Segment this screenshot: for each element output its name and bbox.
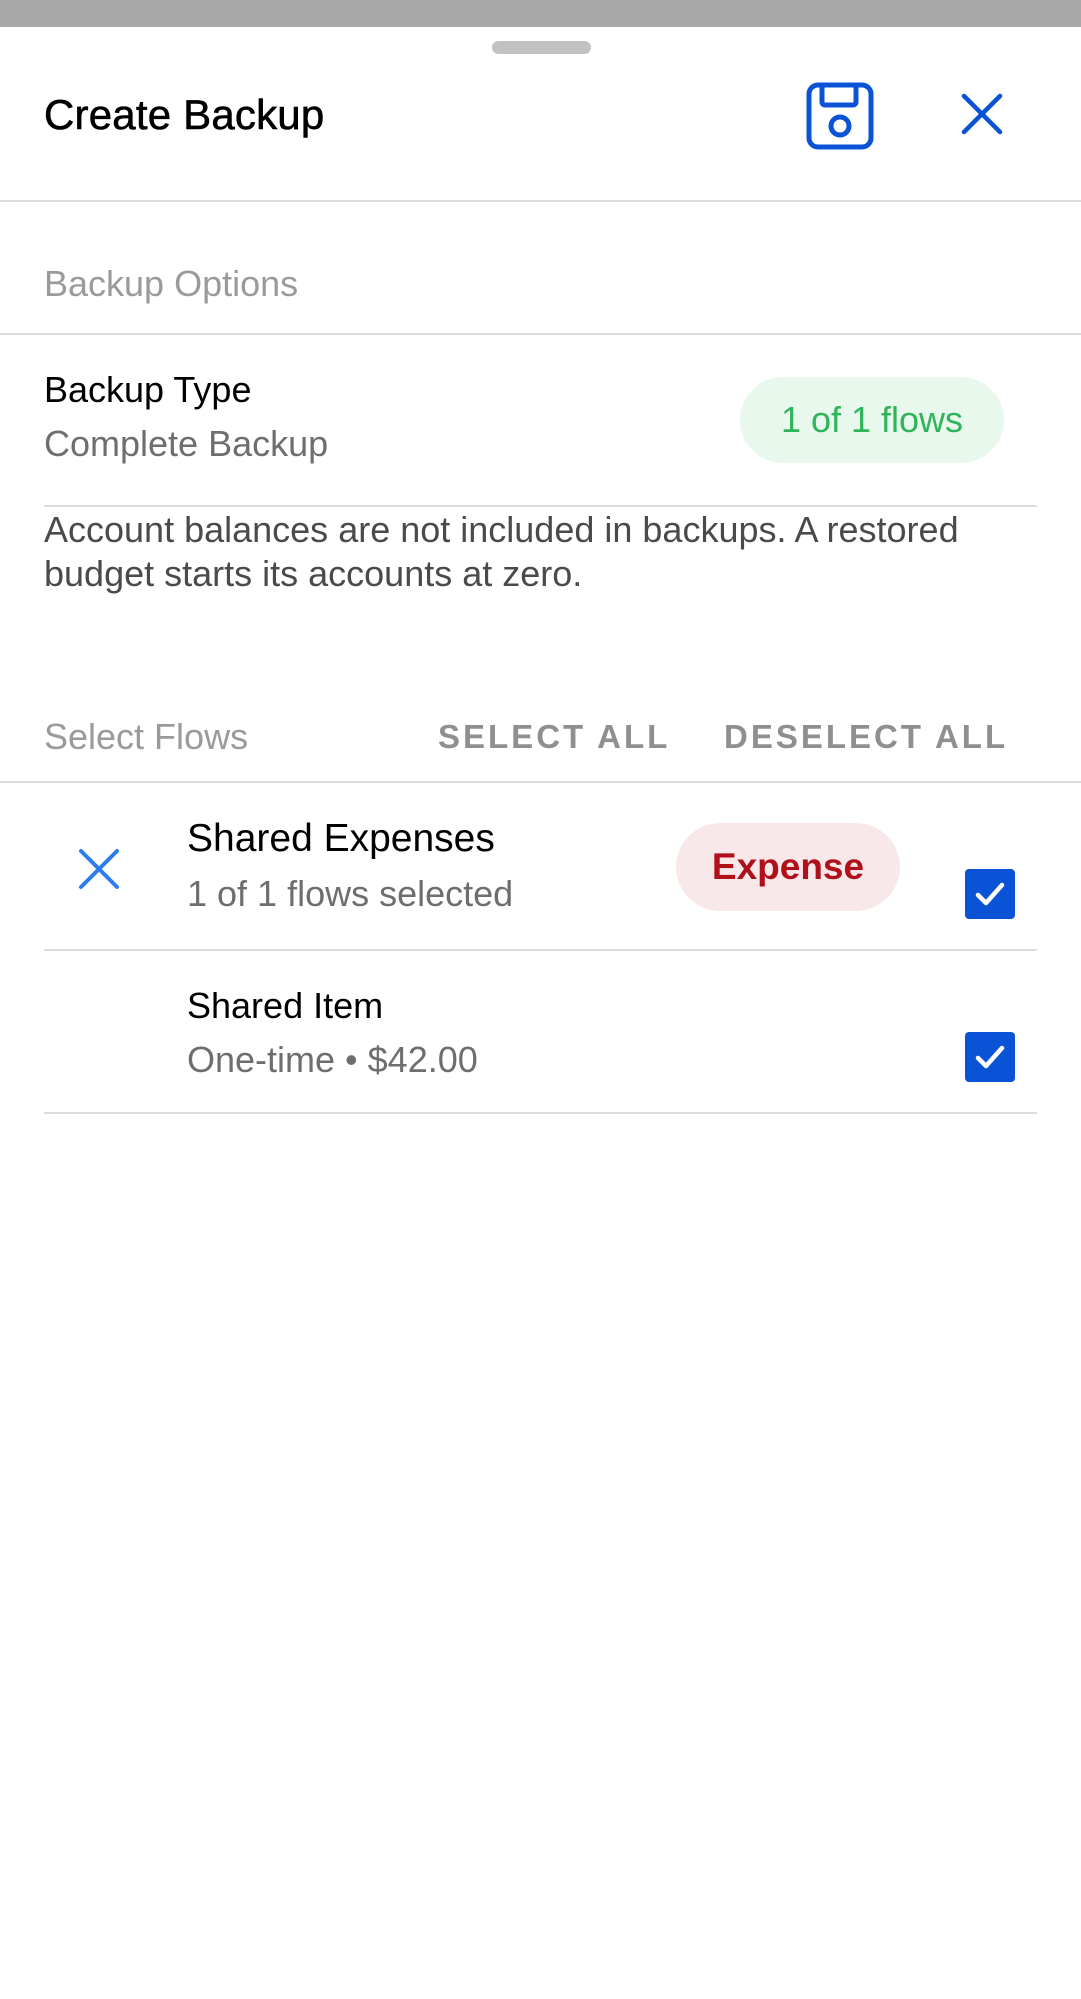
backup-type-title: Backup Type — [44, 369, 252, 410]
select-all-button[interactable]: SELECT ALL — [438, 718, 670, 756]
save-icon — [806, 82, 874, 150]
checkmark-icon — [975, 1045, 1005, 1069]
select-flows-label: Select Flows — [44, 716, 249, 757]
close-icon — [961, 93, 1003, 135]
backup-note: Account balances are not included in bac… — [44, 509, 959, 594]
status-bar-backdrop — [0, 0, 1081, 27]
collapse-group-button[interactable] — [74, 844, 124, 894]
collapse-x-icon — [79, 849, 119, 889]
create-backup-sheet: Create Backup Backup Options Backup Type… — [0, 27, 1081, 1999]
group-subtitle: 1 of 1 flows selected — [187, 873, 514, 914]
deselect-all-button[interactable]: DESELECT ALL — [724, 718, 1008, 756]
expense-badge: Expense — [676, 823, 900, 911]
group-title: Shared Expenses — [187, 817, 495, 860]
header-divider — [0, 200, 1081, 202]
row-divider — [44, 1112, 1037, 1114]
backup-options-label: Backup Options — [44, 263, 299, 304]
group-checkbox[interactable] — [965, 869, 1015, 919]
flows-count-badge: 1 of 1 flows — [740, 377, 1004, 463]
item-checkbox[interactable] — [965, 1032, 1015, 1082]
save-button[interactable] — [803, 79, 877, 153]
item-title: Shared Item — [187, 985, 384, 1026]
page-title: Create Backup — [44, 91, 325, 139]
backup-type-value: Complete Backup — [44, 423, 329, 464]
section-divider — [0, 781, 1081, 783]
section-divider — [0, 333, 1081, 335]
row-divider — [44, 949, 1037, 951]
row-divider — [44, 505, 1037, 507]
sheet-grabber-handle[interactable] — [492, 41, 591, 54]
item-subtitle: One-time • $42.00 — [187, 1039, 478, 1080]
close-button[interactable] — [955, 87, 1009, 141]
checkmark-icon — [975, 882, 1005, 906]
